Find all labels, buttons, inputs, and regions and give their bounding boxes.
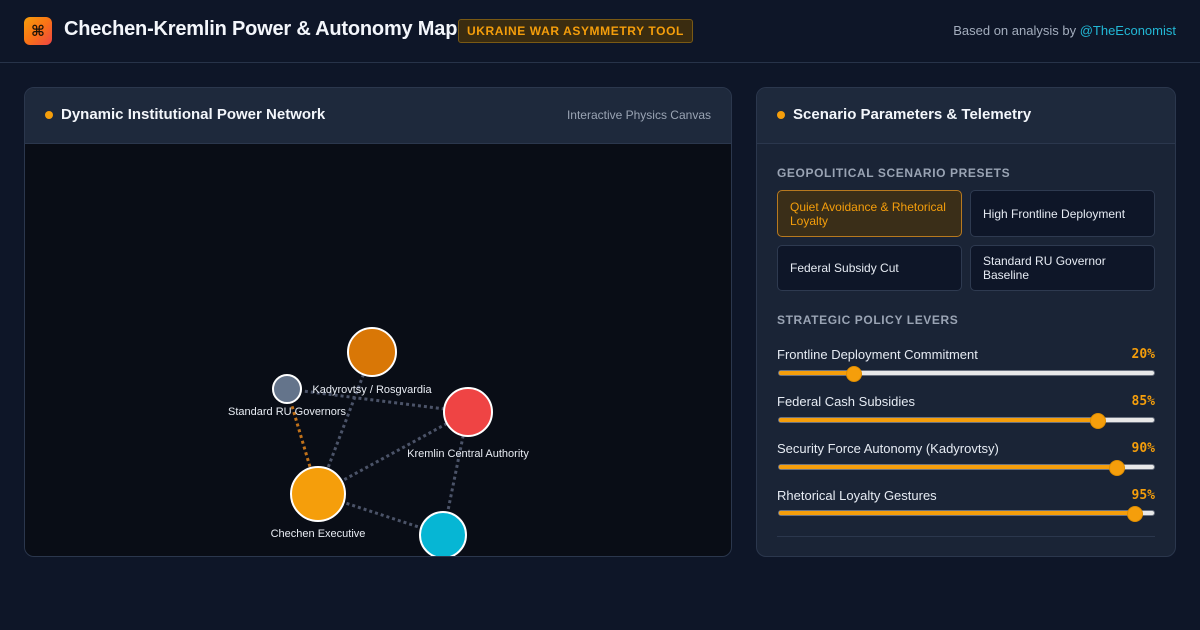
network-panel-subtitle: Interactive Physics Canvas	[566, 108, 711, 122]
section-divider	[777, 536, 1155, 537]
lever-value: 20%	[1131, 347, 1155, 362]
preset-high-frontline-button[interactable]: High Frontline Deployment	[970, 190, 1155, 237]
lever-value: 95%	[1131, 488, 1155, 503]
node-governors[interactable]	[272, 374, 302, 404]
status-dot-icon	[777, 111, 785, 119]
lever-label: Security Force Autonomy (Kadyrovtsy)	[777, 441, 999, 456]
network-panel-header: Dynamic Institutional Power Network Inte…	[25, 88, 731, 144]
physics-canvas[interactable]: Kadyrovtsy / Rosgvardia Standard RU Gover…	[25, 144, 731, 556]
slider-fill	[779, 465, 1117, 469]
node-label-governors: Standard RU Governors	[228, 406, 346, 418]
node-kremlin[interactable]	[443, 387, 493, 437]
status-dot-icon	[45, 111, 53, 119]
credit-link[interactable]: @TheEconomist	[1080, 23, 1176, 38]
lever-value: 85%	[1131, 394, 1155, 409]
node-label-kremlin: Kremlin Central Authority	[407, 448, 529, 460]
scenario-panel: Scenario Parameters & Telemetry GEOPOLIT…	[756, 87, 1176, 557]
slider-thumb[interactable]	[846, 366, 862, 382]
rhetorical-loyalty-slider[interactable]	[778, 506, 1155, 522]
lever-label: Rhetorical Loyalty Gestures	[777, 488, 937, 503]
frontline-deployment-slider[interactable]	[778, 366, 1155, 382]
presets-heading: GEOPOLITICAL SCENARIO PRESETS	[777, 166, 1011, 180]
slider-thumb[interactable]	[1127, 506, 1144, 522]
node-fifth[interactable]	[419, 511, 467, 557]
preset-subsidy-cut-button[interactable]: Federal Subsidy Cut	[777, 245, 962, 291]
top-bar: ⌘ Chechen-Kremlin Power & Autonomy Map U…	[0, 0, 1200, 63]
preset-quiet-avoidance-button[interactable]: Quiet Avoidance & Rhetorical Loyalty	[777, 190, 962, 237]
node-label-kadyrovtsy: Kadyrovtsy / Rosgvardia	[312, 384, 432, 396]
preset-governor-baseline-button[interactable]: Standard RU Governor Baseline	[970, 245, 1155, 291]
slider-thumb[interactable]	[1108, 460, 1125, 476]
lever-label: Federal Cash Subsidies	[777, 394, 916, 409]
credit-prefix: Based on analysis by	[953, 23, 1077, 38]
slider-fill	[779, 511, 1136, 515]
lever-value: 90%	[1131, 441, 1155, 456]
node-chechen[interactable]	[290, 466, 346, 522]
network-graph[interactable]: Kadyrovtsy / Rosgvardia Standard RU Gover…	[25, 144, 732, 557]
tool-badge: UKRAINE WAR ASYMMETRY TOOL	[458, 19, 693, 43]
node-label-chechen: Chechen Executive	[271, 528, 366, 540]
federal-subsidies-slider[interactable]	[778, 413, 1155, 429]
slider-fill	[779, 418, 1098, 422]
app-title: Chechen-Kremlin Power & Autonomy Map	[64, 18, 458, 40]
slider-fill	[779, 371, 854, 375]
security-autonomy-slider[interactable]	[778, 460, 1155, 476]
slider-thumb[interactable]	[1089, 413, 1106, 429]
scenario-panel-header: Scenario Parameters & Telemetry	[757, 88, 1175, 144]
credit-text: Based on analysis by @TheEconomist	[953, 23, 1176, 38]
scenario-panel-title: Scenario Parameters & Telemetry	[793, 106, 1032, 123]
node-kadyrovtsy[interactable]	[347, 327, 397, 377]
lever-label: Frontline Deployment Commitment	[777, 347, 978, 362]
network-panel-title: Dynamic Institutional Power Network	[61, 106, 326, 123]
levers-heading: STRATEGIC POLICY LEVERS	[777, 313, 959, 327]
network-panel: Dynamic Institutional Power Network Inte…	[24, 87, 732, 557]
app-logo-icon: ⌘	[24, 17, 52, 45]
